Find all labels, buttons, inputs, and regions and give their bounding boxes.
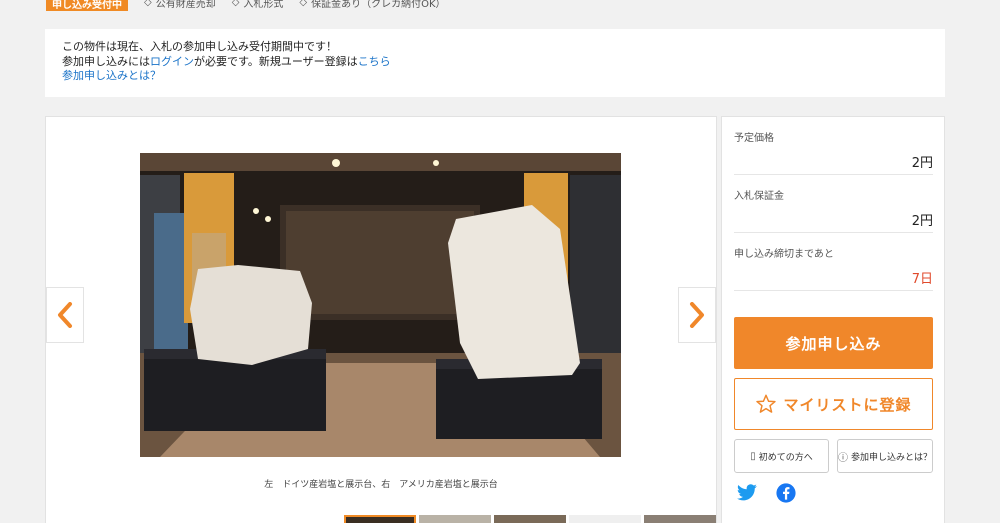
deposit-value: 2円 <box>911 214 933 229</box>
notice-line-1: この物件は現在、入札の参加申し込み受付期間中です！ <box>62 40 337 53</box>
question-circle-icon: ⓘ <box>838 452 848 464</box>
deposit-label: 入札保証金 <box>734 191 784 202</box>
notice-text: 参加申し込みには <box>62 54 150 68</box>
about-application-link[interactable]: 参加申し込みとは？ <box>62 69 161 82</box>
info-panel: 予定価格 2円 入札保証金 2円 申し込み締切まであと 7日 参加申し込み マイ… <box>721 116 945 523</box>
diamond-icon: ◇ <box>299 0 308 8</box>
deadline-value: 7日 <box>911 272 933 287</box>
tag-public-property: ◇ 公有財産売却 <box>144 0 216 10</box>
tag-label: 保証金あり（クレカ納付OK） <box>311 0 446 10</box>
thumbnail-5[interactable] <box>644 515 716 523</box>
tag-deposit: ◇ 保証金あり（クレカ納付OK） <box>299 0 445 10</box>
chevron-left-icon <box>58 302 72 328</box>
login-link[interactable]: ログイン <box>150 55 194 68</box>
chevron-right-icon <box>690 302 704 328</box>
planned-price-label: 予定価格 <box>734 133 774 144</box>
deadline-label: 申し込み締切まであと <box>734 249 834 260</box>
tag-label: 公有財産売却 <box>155 0 216 10</box>
star-icon <box>756 394 777 413</box>
mylist-label: マイリストに登録 <box>783 395 912 414</box>
tag-bid-format: ◇ 入札形式 <box>232 0 284 10</box>
book-icon: ▯ <box>750 450 756 462</box>
tag-label: 入札形式 <box>243 0 284 10</box>
tag-row: 申し込み受付中 ◇ 公有財産売却 ◇ 入札形式 ◇ 保証金あり（クレカ納付OK） <box>46 0 446 12</box>
diamond-icon: ◇ <box>144 0 152 8</box>
thumbnail-1[interactable] <box>344 515 416 523</box>
about-application-button[interactable]: ⓘ 参加申し込みとは？ <box>837 439 933 473</box>
image-gallery: 左 ドイツ産岩塩と展示台、右 アメリカ産岩塩と展示台 <box>45 116 717 523</box>
deposit-row: 入札保証金 2円 <box>734 187 933 233</box>
facebook-icon[interactable] <box>776 483 796 503</box>
thumbnail-3[interactable] <box>494 515 566 523</box>
previous-photo-button[interactable] <box>46 287 84 343</box>
thumbnail-2[interactable] <box>419 515 491 523</box>
register-link[interactable]: こちら <box>358 55 391 68</box>
social-share <box>736 483 814 503</box>
status-badge: 申し込み受付中 <box>46 0 128 11</box>
thumbnail-4[interactable] <box>569 515 641 523</box>
notice-box: この物件は現在、入札の参加申し込み受付期間中です！ 参加申し込みにはログインが必… <box>45 29 945 97</box>
next-photo-button[interactable] <box>678 287 716 343</box>
main-photo[interactable] <box>140 153 621 457</box>
notice-line-2: 参加申し込みにはログインが必要です。新規ユーザー登録はこちら <box>62 55 928 70</box>
notice-text: が必要です。新規ユーザー登録は <box>194 54 358 68</box>
photo-caption: 左 ドイツ産岩塩と展示台、右 アメリカ産岩塩と展示台 <box>264 480 498 490</box>
add-to-mylist-button[interactable]: マイリストに登録 <box>734 378 933 430</box>
thumbnail-strip <box>344 515 719 523</box>
first-time-guide-button[interactable]: ▯ 初めての方へ <box>734 439 829 473</box>
join-application-button[interactable]: 参加申し込み <box>734 317 933 369</box>
twitter-icon[interactable] <box>736 484 758 502</box>
planned-price-row: 予定価格 2円 <box>734 129 933 175</box>
diamond-icon: ◇ <box>231 0 240 8</box>
planned-price-value: 2円 <box>911 156 933 171</box>
deadline-row: 申し込み締切まであと 7日 <box>734 245 933 291</box>
first-time-label: 初めての方へ <box>758 452 813 463</box>
about-label: 参加申し込みとは？ <box>851 452 933 463</box>
